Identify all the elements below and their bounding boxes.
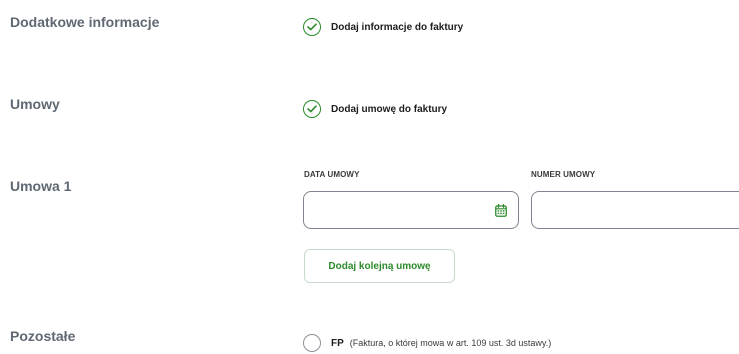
add-info-checkbox-label: Dodaj informacje do faktury	[331, 21, 464, 33]
check-icon	[307, 105, 317, 113]
contract-number-input[interactable]	[531, 191, 739, 229]
fp-description: (Faktura, o której mowa w art. 109 ust. …	[349, 338, 552, 348]
add-info-checkbox-row[interactable]: Dodaj informacje do faktury	[303, 18, 463, 36]
contract-date-label: DATA UMOWY	[304, 170, 360, 179]
check-icon	[307, 23, 317, 31]
section-label-additional-info: Dodatkowe informacje	[10, 14, 160, 30]
section-label-other: Pozostałe	[10, 328, 76, 344]
section-label-contract-1: Umowa 1	[10, 178, 72, 194]
add-info-checkbox[interactable]	[303, 18, 321, 36]
add-another-contract-button[interactable]: Dodaj kolejną umowę	[304, 249, 455, 283]
contract-number-label: NUMER UMOWY	[531, 170, 596, 179]
fp-abbreviation: FP	[331, 337, 344, 349]
calendar-icon[interactable]	[495, 204, 507, 217]
add-contract-checkbox-row[interactable]: Dodaj umowę do faktury	[303, 100, 447, 118]
fp-checkbox[interactable]	[303, 334, 321, 352]
add-contract-checkbox-label: Dodaj umowę do faktury	[331, 103, 448, 115]
fp-checkbox-row[interactable]: FP (Faktura, o której mowa w art. 109 us…	[303, 334, 551, 352]
add-contract-checkbox[interactable]	[303, 100, 321, 118]
contract-date-input[interactable]	[303, 191, 519, 229]
section-label-contracts: Umowy	[10, 96, 60, 112]
